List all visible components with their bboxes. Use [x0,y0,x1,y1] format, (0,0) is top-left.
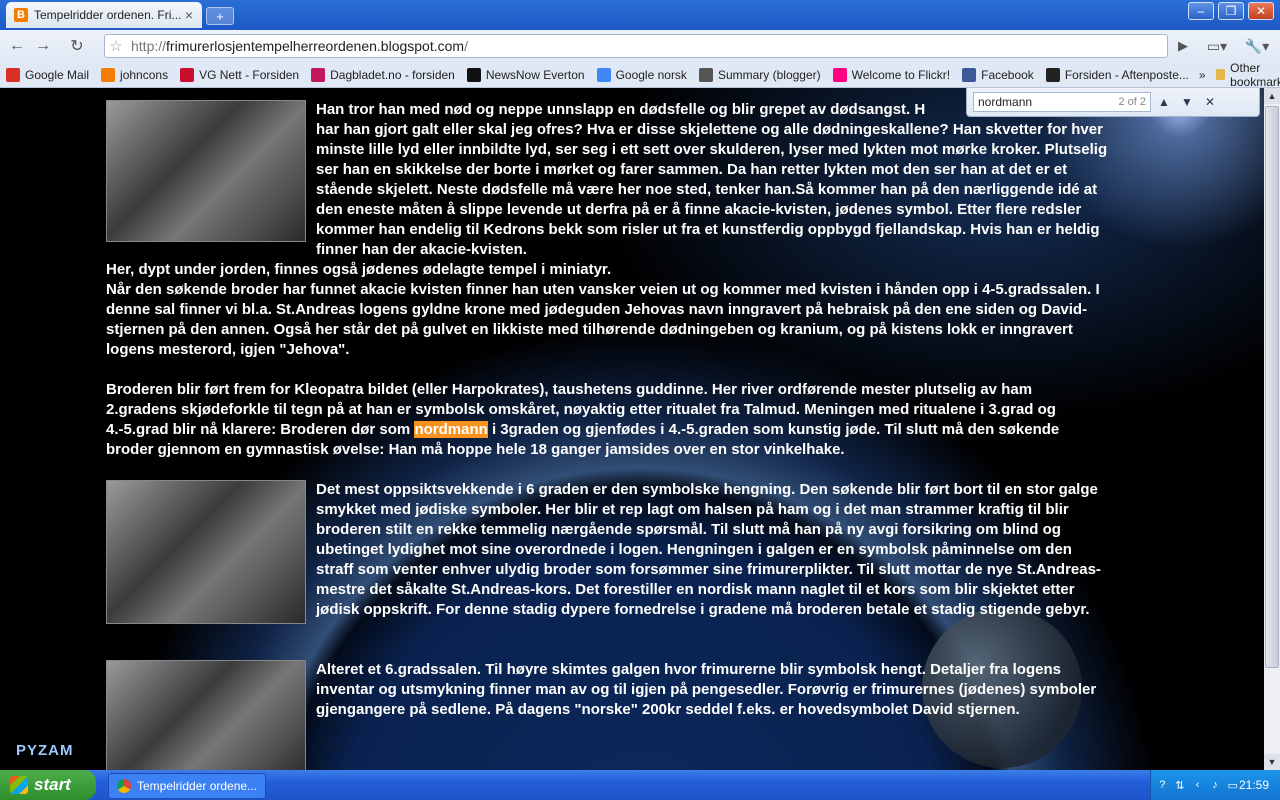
volume-icon[interactable]: ♪ [1209,777,1222,793]
back-button[interactable]: ← [6,36,28,56]
bookmarks-more-icon[interactable]: » [1199,68,1206,82]
go-icon[interactable]: ▶ [1172,36,1194,56]
other-bookmarks[interactable]: Other bookmarks [1215,61,1280,89]
pyzam-watermark: PYZAM [16,742,74,759]
find-input[interactable]: nordmann 2 of 2 [973,92,1151,112]
close-window-button[interactable]: ✕ [1248,2,1274,20]
google-icon [596,67,611,82]
title-bar: B Tempelridder ordenen. Fri... × + – ❐ ✕ [0,0,1280,30]
bookmark-facebook[interactable]: Facebook [962,67,1034,82]
gmail-icon [6,67,20,82]
paragraph-4: Broderen blir ført frem for Kleopatra bi… [106,381,1060,458]
lodge-hall-photo [106,480,306,624]
bookmark-aftenposten[interactable]: Forsiden - Aftenposte... [1045,67,1189,82]
bookmark-gmail[interactable]: Google Mail [6,67,89,82]
summary-icon [698,67,713,82]
minimize-button[interactable]: – [1188,2,1214,20]
system-tray: ? ⇅ ‹ ♪ ▭ 21:59 [1150,770,1280,800]
newsnow-icon [466,67,481,82]
tab-title: Tempelridder ordenen. Fri... [34,8,182,22]
page-menu-icon[interactable]: ▭▾ [1202,36,1232,56]
aftenposten-icon [1045,67,1060,82]
clock: 21:59 [1238,778,1269,792]
reload-button[interactable]: ↻ [66,36,88,56]
facebook-icon [962,67,977,82]
bookmark-google[interactable]: Google norsk [596,67,687,82]
wrench-menu-icon[interactable]: 🔧▾ [1240,36,1274,56]
dagbladet-icon [311,67,326,82]
maximize-button[interactable]: ❐ [1218,2,1244,20]
blogger-icon: B [14,8,28,22]
help-icon[interactable]: ? [1156,777,1169,793]
scroll-up-icon[interactable]: ▲ [1264,88,1280,104]
find-next-button[interactable]: ▼ [1177,92,1197,112]
tray-expand-icon[interactable]: ‹ [1191,777,1204,793]
find-bar: nordmann 2 of 2 ▲ ▼ ✕ [966,88,1260,117]
skeleton-photo [106,100,306,242]
paragraph-1-line-1: Han tror han med nød og neppe unnslapp e… [316,101,926,118]
altar-photo [106,660,306,770]
address-bar[interactable]: ☆ http://frimurerlosjentempelherreordene… [104,34,1168,58]
scroll-down-icon[interactable]: ▼ [1264,754,1280,770]
chrome-icon [117,779,131,793]
start-button[interactable]: start [0,770,96,800]
vertical-scrollbar[interactable]: ▲ ▼ [1264,88,1280,770]
bookmark-dagbladet[interactable]: Dagbladet.no - forsiden [311,67,455,82]
tab-close-icon[interactable]: × [182,7,196,23]
paragraph-2: Her, dypt under jorden, finnes også jøde… [106,261,612,278]
window-controls: – ❐ ✕ [1188,2,1274,20]
paragraph-6: Alteret et 6.gradssalen. Til høyre skimt… [316,661,1097,718]
page-content: Han tror han med nød og neppe unnslapp e… [0,88,1264,770]
display-icon[interactable]: ▭ [1226,777,1239,793]
paragraph-5: Det mest oppsiktsvekkende i 6 graden er … [316,481,1101,618]
bookmark-newsnow[interactable]: NewsNow Everton [466,67,585,82]
find-count: 2 of 2 [1118,96,1146,108]
bookmark-blogger[interactable]: johncons [101,67,168,82]
search-highlight: nordmann [414,421,488,438]
bookmarks-bar: Google Mail johncons VG Nett - Forsiden Dag… [0,61,1280,89]
network-icon[interactable]: ⇅ [1174,777,1187,793]
bookmark-flickr[interactable]: Welcome to Flickr! [832,67,950,82]
new-tab-button[interactable]: + [206,7,234,25]
forward-button[interactable]: → [32,36,54,56]
bookmark-star-icon[interactable]: ☆ [105,37,127,55]
find-close-button[interactable]: ✕ [1200,92,1220,112]
browser-toolbar: ← → ↻ ☆ http://frimurerlosjentempelherre… [0,30,1280,62]
find-previous-button[interactable]: ▲ [1154,92,1174,112]
taskbar: start Tempelridder ordene... ? ⇅ ‹ ♪ ▭ 2… [0,770,1280,800]
taskbar-chrome-window[interactable]: Tempelridder ordene... [108,773,266,799]
url-text[interactable]: http://frimurerlosjentempelherreordenen.… [127,38,468,54]
browser-tab[interactable]: B Tempelridder ordenen. Fri... × [6,2,202,28]
bookmark-vg[interactable]: VG Nett - Forsiden [180,67,299,82]
paragraph-3: Når den søkende broder har funnet akacie… [106,281,1100,358]
vg-icon [180,67,195,82]
windows-logo-icon [10,776,28,794]
bookmark-summary[interactable]: Summary (blogger) [698,67,821,82]
scroll-thumb[interactable] [1265,106,1279,668]
blogger-icon [101,67,116,82]
paragraph-1-rest: har han gjort galt eller skal jeg ofres?… [316,121,1108,258]
flickr-icon [832,67,847,82]
folder-icon [1215,69,1226,80]
